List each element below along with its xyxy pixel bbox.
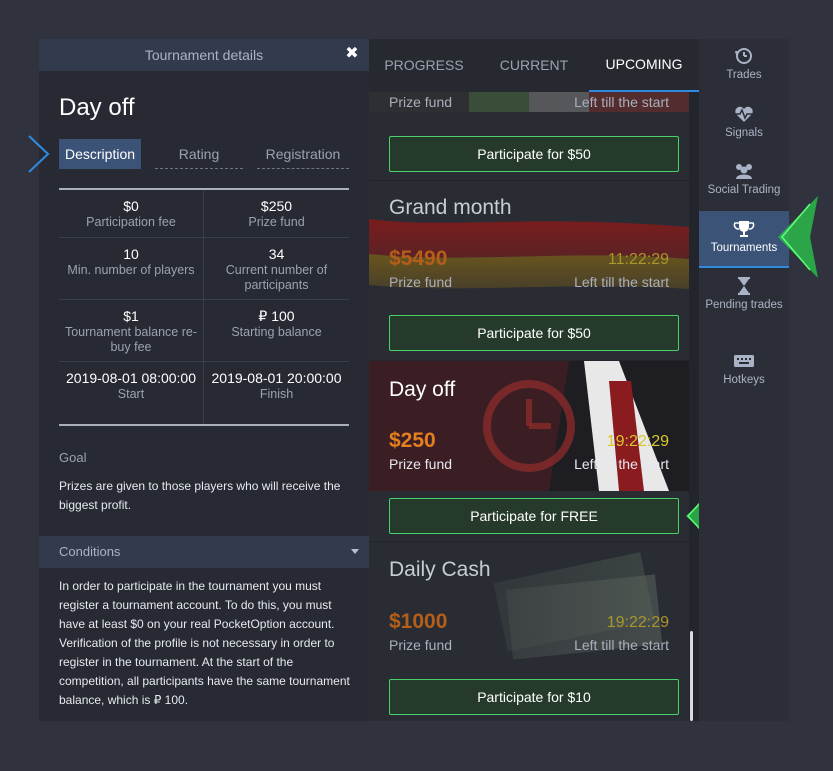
- participate-button[interactable]: Participate for FREE: [389, 498, 679, 534]
- subtab-description[interactable]: Description: [59, 139, 142, 169]
- conditions-toggle[interactable]: Conditions: [39, 536, 369, 568]
- stat-value: $1: [123, 308, 139, 324]
- stat-rebuy-fee: $1 Tournament balance re-buy fee: [59, 300, 204, 361]
- pointer-arrow-icon: [28, 135, 50, 173]
- stat-starting-balance: ₽ 100 Starting balance: [204, 300, 349, 361]
- time-left-label: Left till the start: [574, 94, 669, 110]
- countdown-timer: 19:22:29: [606, 433, 669, 450]
- prize-fund-label: Prize fund: [389, 274, 453, 290]
- tab-current[interactable]: CURRENT: [479, 39, 589, 92]
- stat-label: Start: [117, 387, 145, 401]
- sidebar-item-label: Social Trading: [707, 184, 781, 196]
- countdown-timer: 19:22:29: [606, 614, 669, 631]
- stat-participation-fee: $0 Participation fee: [59, 190, 204, 237]
- prize-fund-label: Prize fund: [389, 637, 453, 653]
- users-icon: [736, 164, 752, 179]
- tournament-details-panel: Tournament details ✖ Day off Description…: [39, 39, 369, 721]
- history-icon: [735, 48, 752, 64]
- tournament-name: Grand month: [389, 196, 512, 219]
- stat-current-participants: 34 Current number of participants: [204, 238, 349, 299]
- time-left-label: Left till the start: [574, 456, 669, 472]
- stat-value: 2019-08-01 08:00:00: [66, 370, 196, 386]
- stat-value: $250: [260, 198, 293, 214]
- subtab-rating[interactable]: Rating: [155, 139, 244, 169]
- stats-row: $1 Tournament balance re-buy fee ₽ 100 S…: [59, 300, 349, 362]
- participate-button[interactable]: Participate for $50: [389, 315, 679, 351]
- goal-text: Prizes are given to those players who wi…: [59, 479, 341, 512]
- stat-label: Current number of participants: [225, 263, 328, 292]
- chevron-down-icon: [351, 549, 359, 554]
- stat-label: Finish: [259, 387, 294, 401]
- sidebar-item-pending-trades[interactable]: Pending trades: [699, 277, 789, 335]
- sidebar-item-label: Pending trades: [705, 299, 783, 311]
- stat-label: Min. number of players: [67, 263, 195, 277]
- prize-fund-label: Prize fund: [389, 94, 453, 110]
- sidebar-item-trades[interactable]: Trades: [699, 47, 789, 97]
- conditions-title: Conditions: [59, 544, 121, 559]
- stat-min-players: 10 Min. number of players: [59, 238, 204, 299]
- tournament-title: Day off: [59, 94, 135, 121]
- stat-label: Prize fund: [248, 215, 305, 229]
- tournament-card: Prize fund Left till the start Participa…: [369, 92, 689, 180]
- stat-label: Starting balance: [231, 325, 322, 339]
- stat-value: $0: [123, 198, 139, 214]
- close-icon[interactable]: ✖: [345, 46, 359, 62]
- details-header: Tournament details ✖: [39, 39, 369, 71]
- goal-title: Goal: [59, 450, 87, 465]
- time-left-label: Left till the start: [574, 274, 669, 290]
- stat-finish: 2019-08-01 20:00:00 Finish: [204, 362, 349, 424]
- prize-amount: $1000: [389, 610, 448, 633]
- tournament-card: Daily Cash $1000 19:22:29 Prize fund Lef…: [369, 542, 689, 721]
- stat-prize-fund: $250 Prize fund: [204, 190, 349, 237]
- tab-progress[interactable]: PROGRESS: [369, 39, 479, 92]
- details-header-title: Tournament details: [144, 47, 264, 63]
- participate-button[interactable]: Participate for $50: [389, 136, 679, 172]
- stat-value: 10: [123, 246, 139, 262]
- stat-value: 34: [268, 246, 285, 262]
- right-sidebar: Trades Signals Social Trading Tournament…: [699, 39, 789, 721]
- prize-amount: $250: [389, 429, 436, 452]
- stat-label: Participation fee: [86, 215, 176, 229]
- time-left-label: Left till the start: [574, 637, 669, 653]
- tournament-name: Daily Cash: [389, 558, 491, 581]
- heartbeat-icon: [735, 106, 753, 122]
- stat-label: Tournament balance re-buy fee: [64, 325, 198, 354]
- stat-start: 2019-08-01 08:00:00 Start: [59, 362, 204, 424]
- stats-row: 2019-08-01 08:00:00 Start 2019-08-01 20:…: [59, 362, 349, 424]
- stat-value: 2019-08-01 20:00:00: [211, 370, 342, 386]
- sidebar-item-label: Signals: [725, 127, 763, 139]
- tab-upcoming[interactable]: UPCOMING: [589, 39, 699, 92]
- sidebar-item-label: Trades: [726, 69, 762, 81]
- stat-value: ₽ 100: [258, 308, 295, 324]
- sidebar-item-label: Tournaments: [710, 242, 778, 254]
- stats-row: $0 Participation fee $250 Prize fund: [59, 190, 349, 238]
- list-tabs: PROGRESS CURRENT UPCOMING: [369, 39, 699, 92]
- hourglass-icon: [738, 277, 750, 295]
- tournament-list: PROGRESS CURRENT UPCOMING Prize fund Lef…: [369, 39, 699, 721]
- trophy-icon: [733, 221, 755, 237]
- tournament-name: Day off: [389, 378, 456, 401]
- conditions-text: In order to participate in the tournamen…: [59, 579, 350, 707]
- scrollbar[interactable]: [690, 631, 693, 721]
- sidebar-item-label: Hotkeys: [723, 374, 765, 386]
- stats-table: $0 Participation fee $250 Prize fund 10 …: [59, 188, 349, 426]
- tournament-card: Day off $250 19:22:29 Prize fund Left ti…: [369, 361, 689, 541]
- sidebar-item-hotkeys[interactable]: Hotkeys: [699, 352, 789, 392]
- stats-row: 10 Min. number of players 34 Current num…: [59, 238, 349, 300]
- countdown-timer: 11:22:29: [607, 251, 669, 268]
- keyboard-icon: [734, 355, 754, 367]
- subtab-registration[interactable]: Registration: [257, 139, 349, 169]
- tournament-card: Grand month $5490 11:22:29 Prize fund Le…: [369, 181, 689, 360]
- prize-amount: $5490: [389, 247, 448, 270]
- details-subtabs: Description Rating Registration: [59, 139, 349, 169]
- sidebar-item-signals[interactable]: Signals: [699, 105, 789, 155]
- participate-button[interactable]: Participate for $10: [389, 679, 679, 715]
- prize-fund-label: Prize fund: [389, 456, 453, 472]
- pointer-arrow-icon: [778, 196, 818, 278]
